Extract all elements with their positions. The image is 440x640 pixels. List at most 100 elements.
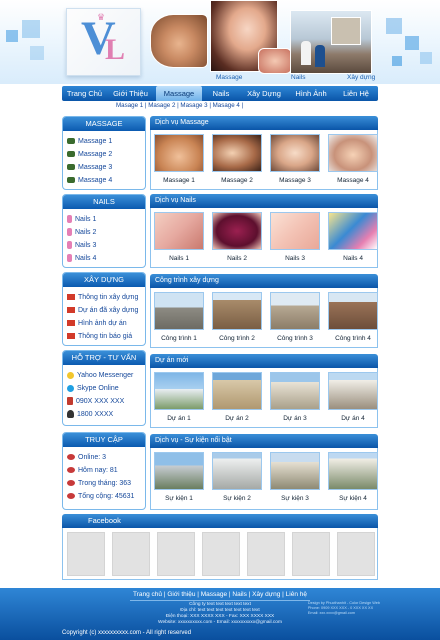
section-title-massage: Dịch vụ Massage bbox=[150, 116, 378, 130]
facebook-tile[interactable] bbox=[292, 532, 330, 576]
caption-cong-trinh-2[interactable]: Công trình 2 bbox=[210, 335, 264, 342]
nav-item-gioi-thieu[interactable]: Giới Thiệu bbox=[107, 86, 154, 101]
banner-label-nails[interactable]: Nails bbox=[291, 74, 305, 81]
nav-item-xay-dung[interactable]: Xây Dựng bbox=[240, 86, 288, 101]
du-an-3-image[interactable] bbox=[270, 372, 320, 410]
du-an-1-image[interactable] bbox=[154, 372, 204, 410]
sidebar-item-label: Skype Online bbox=[77, 385, 119, 392]
nav-item-hinh-anh[interactable]: Hình Ảnh bbox=[288, 86, 334, 101]
caption-su-kien-1[interactable]: Sự kiện 1 bbox=[152, 495, 206, 502]
sidebar-item-du-an-da-xay-dung[interactable]: Dự án đã xây dựng bbox=[67, 304, 141, 317]
su-kien-4-image[interactable] bbox=[328, 452, 378, 490]
facebook-tile[interactable] bbox=[337, 532, 375, 576]
sidebar-item-massage-2[interactable]: Massage 2 bbox=[67, 148, 141, 161]
caption-du-an-4[interactable]: Dự án 4 bbox=[326, 415, 380, 422]
sidebar-item-nails-2[interactable]: Nails 2 bbox=[67, 226, 141, 239]
sidebar-item-thong-tin-bao-gia[interactable]: Thông tin báo giá bbox=[67, 330, 141, 343]
site-logo[interactable]: ♛ V L bbox=[66, 8, 141, 76]
du-an-2-image[interactable] bbox=[212, 372, 262, 410]
stat-online: Online: 3 bbox=[67, 451, 141, 464]
stat-label: Hôm nay: 81 bbox=[78, 467, 118, 474]
caption-massage-3[interactable]: Massage 3 bbox=[268, 177, 322, 184]
facebook-tile[interactable] bbox=[157, 532, 195, 576]
footer-nav[interactable]: Trang chủ | Giới thiệu | Massage | Nails… bbox=[0, 591, 440, 598]
nails-2-image[interactable] bbox=[212, 212, 262, 250]
nav-item-trang-chu[interactable]: Trang Chủ bbox=[62, 86, 107, 101]
nav-item-nails[interactable]: Nails bbox=[202, 86, 240, 101]
massage-3-image[interactable] bbox=[270, 134, 320, 172]
sidebar-item-skype[interactable]: Skype Online bbox=[67, 382, 141, 395]
facebook-tile[interactable] bbox=[202, 532, 240, 576]
su-kien-2-image[interactable] bbox=[212, 452, 262, 490]
sidebar-item-massage-4[interactable]: Massage 4 bbox=[67, 174, 141, 187]
deco-square bbox=[392, 56, 402, 66]
section-cong-trinh: Công trình 1 Công trình 2 Công trình 3 C… bbox=[150, 288, 378, 348]
caption-nails-3[interactable]: Nails 3 bbox=[268, 255, 322, 262]
cong-trinh-3-image[interactable] bbox=[270, 292, 320, 330]
facebook-tile[interactable] bbox=[67, 532, 105, 576]
caption-su-kien-4[interactable]: Sự kiện 4 bbox=[326, 495, 380, 502]
sidebar-truy-cap: TRUY CẬP Online: 3 Hôm nay: 81 Trong thá… bbox=[62, 432, 146, 510]
cong-trinh-1-image[interactable] bbox=[154, 292, 204, 330]
section-du-an: Dự án 1 Dự án 2 Dự án 3 Dự án 4 bbox=[150, 368, 378, 428]
sidebar-item-massage-1[interactable]: Massage 1 bbox=[67, 135, 141, 148]
du-an-4-image[interactable] bbox=[328, 372, 378, 410]
banner-photo-massage-back bbox=[150, 14, 208, 68]
caption-du-an-1[interactable]: Dự án 1 bbox=[152, 415, 206, 422]
facebook-tile[interactable] bbox=[112, 532, 150, 576]
nails-3-image[interactable] bbox=[270, 212, 320, 250]
cong-trinh-4-image[interactable] bbox=[328, 292, 378, 330]
nav-item-lien-he[interactable]: Liên Hệ bbox=[334, 86, 378, 101]
section-title-du-an: Dự án mới bbox=[150, 354, 378, 368]
caption-massage-1[interactable]: Massage 1 bbox=[152, 177, 206, 184]
eye-icon bbox=[67, 467, 75, 474]
sidebar-nails: NAILS Nails 1 Nails 2 Nails 3 Nails 4 bbox=[62, 194, 146, 268]
sidebar-item-label: Massage 1 bbox=[78, 138, 113, 145]
caption-massage-2[interactable]: Massage 2 bbox=[210, 177, 264, 184]
sidebar-item-phone-mobile[interactable]: 090X XXX XXX bbox=[67, 395, 141, 408]
sidebar-item-label: Hình ảnh dự án bbox=[78, 320, 127, 327]
su-kien-3-image[interactable] bbox=[270, 452, 320, 490]
sidebar-item-nails-1[interactable]: Nails 1 bbox=[67, 213, 141, 226]
caption-nails-4[interactable]: Nails 4 bbox=[326, 255, 380, 262]
banner-label-xaydung[interactable]: Xây dựng bbox=[347, 74, 375, 81]
sidebar-title: MASSAGE bbox=[63, 117, 145, 131]
sidebar-item-label: Yahoo Messenger bbox=[77, 372, 134, 379]
sidebar-item-yahoo[interactable]: Yahoo Messenger bbox=[67, 369, 141, 382]
sidebar-item-hotline[interactable]: 1800 XXXX bbox=[67, 408, 141, 421]
deco-square bbox=[30, 46, 44, 60]
nav-item-massage[interactable]: Massage bbox=[156, 86, 202, 101]
caption-su-kien-2[interactable]: Sự kiện 2 bbox=[210, 495, 264, 502]
sidebar-item-massage-3[interactable]: Massage 3 bbox=[67, 161, 141, 174]
sidebar-item-nails-4[interactable]: Nails 4 bbox=[67, 252, 141, 265]
caption-nails-1[interactable]: Nails 1 bbox=[152, 255, 206, 262]
su-kien-1-image[interactable] bbox=[154, 452, 204, 490]
deco-square bbox=[386, 18, 402, 34]
caption-du-an-3[interactable]: Dự án 3 bbox=[268, 415, 322, 422]
caption-massage-4[interactable]: Massage 4 bbox=[326, 177, 380, 184]
caption-nails-2[interactable]: Nails 2 bbox=[210, 255, 264, 262]
nails-4-image[interactable] bbox=[328, 212, 378, 250]
massage-2-image[interactable] bbox=[212, 134, 262, 172]
caption-du-an-2[interactable]: Dự án 2 bbox=[210, 415, 264, 422]
sidebar-xay-dung: XÂY DỰNG Thông tin xây dựng Dự án đã xây… bbox=[62, 272, 146, 346]
sidebar-title: NAILS bbox=[63, 195, 145, 209]
cong-trinh-2-image[interactable] bbox=[212, 292, 262, 330]
caption-su-kien-3[interactable]: Sự kiện 3 bbox=[268, 495, 322, 502]
banner-label-massage[interactable]: Massage bbox=[216, 74, 242, 81]
nails-1-image[interactable] bbox=[154, 212, 204, 250]
caption-cong-trinh-1[interactable]: Công trình 1 bbox=[152, 335, 206, 342]
massage-1-image[interactable] bbox=[154, 134, 204, 172]
sidebar-item-hinh-anh-du-an[interactable]: Hình ảnh dự án bbox=[67, 317, 141, 330]
facebook-tile[interactable] bbox=[247, 532, 285, 576]
sidebar-item-thong-tin-xay-dung[interactable]: Thông tin xây dựng bbox=[67, 291, 141, 304]
caption-cong-trinh-3[interactable]: Công trình 3 bbox=[268, 335, 322, 342]
stat-label: Online: 3 bbox=[78, 454, 107, 461]
page: ♛ V L Massage Nails Xây dựng Trang Chủ G… bbox=[0, 0, 440, 640]
sidebar-item-nails-3[interactable]: Nails 3 bbox=[67, 239, 141, 252]
subnav-massage[interactable]: Masage 1 | Masage 2 | Masage 3 | Masage … bbox=[116, 102, 243, 109]
massage-4-image[interactable] bbox=[328, 134, 378, 172]
footer-website: Website: xxxxxxxxxx.com - Email: xxxxxxx… bbox=[158, 620, 282, 625]
nail-polish-icon bbox=[67, 254, 72, 263]
caption-cong-trinh-4[interactable]: Công trình 4 bbox=[326, 335, 380, 342]
